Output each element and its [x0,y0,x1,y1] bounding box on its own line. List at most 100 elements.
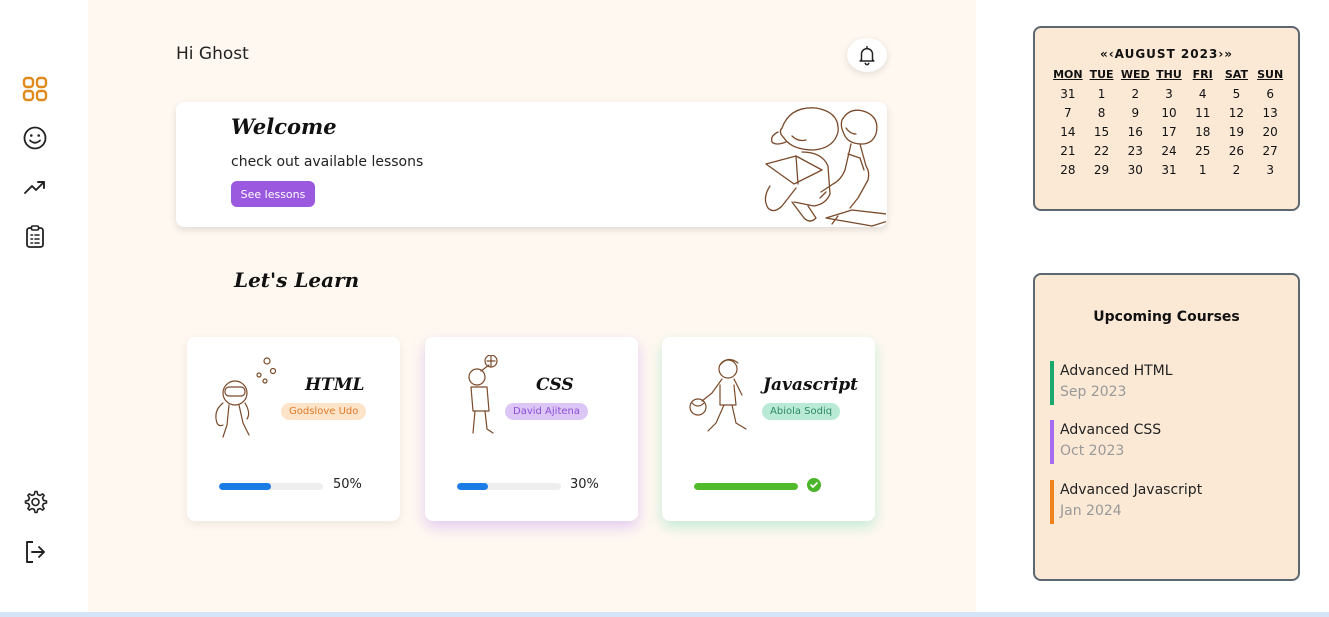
calendar-day[interactable]: 28 [1051,161,1085,179]
upcoming-course-date: Oct 2023 [1060,443,1125,459]
calendar-day[interactable]: 29 [1085,161,1119,179]
welcome-card: Welcome check out available lessons See … [176,102,887,227]
completed-check-icon [807,478,821,492]
calendar-weekday: WED [1120,68,1150,81]
progress-label: 50% [333,477,362,492]
calendar-day[interactable]: 4 [1186,85,1220,103]
bottom-divider [0,612,1329,617]
calendar-grid: MON TUE WED THU FRI SAT SUN 31 1 2 3 4 5 6 7 8 9 10 11 12 13… [1051,66,1287,179]
welcome-subtitle: check out available lessons [231,154,424,170]
calendar-day[interactable]: 3 [1253,161,1287,179]
progress-label: 30% [570,477,599,492]
tutor-badge: David Ajitena [505,403,588,420]
boy-reading-illustration [764,107,839,222]
calendar-day[interactable]: 24 [1152,142,1186,160]
diver-illustration [215,357,277,438]
progress-fill [219,483,271,490]
calendar-day[interactable]: 14 [1051,123,1085,141]
upcoming-course-name: Advanced CSS [1060,422,1162,438]
calendar-day[interactable]: 19 [1220,123,1254,141]
course-name: CSS [536,375,574,395]
sidebar-item-profile[interactable] [20,123,50,153]
bell-icon [859,46,875,66]
calendar-day[interactable]: 2 [1220,161,1254,179]
sidebar-item-tasks[interactable] [20,222,50,252]
calendar-day[interactable]: 13 [1253,104,1287,122]
course-name: HTML [305,375,365,395]
welcome-title: Welcome [231,114,337,139]
calendar-day[interactable]: 3 [1152,85,1186,103]
progress-fill [457,483,489,490]
calendar-day[interactable]: 1 [1085,85,1119,103]
greeting-text: Hi Ghost [176,44,249,64]
calendar-month-nav[interactable]: «‹AUGUST 2023›» [1035,47,1298,61]
calendar-weekday: FRI [1192,68,1213,81]
upcoming-course-name: Advanced Javascript [1060,482,1203,498]
sidebar-item-progress[interactable] [20,172,50,202]
upcoming-courses-panel: Upcoming Courses Advanced HTML Sep 2023 … [1033,273,1300,581]
upcoming-item[interactable]: Advanced CSS Oct 2023 [1050,420,1280,464]
tutor-badge: Abiola Sodiq [762,403,841,420]
gear-icon [24,490,48,514]
calendar-day[interactable]: 9 [1118,104,1152,122]
calendar-day[interactable]: 8 [1085,104,1119,122]
trending-up-icon [24,181,45,194]
tutor-badge: Godslove Udo [281,403,367,420]
calendar-day[interactable]: 31 [1152,161,1186,179]
see-lessons-button[interactable]: See lessons [231,181,315,207]
calendar-day[interactable]: 25 [1186,142,1220,160]
upcoming-title: Upcoming Courses [1093,309,1240,325]
grid-icon [22,76,48,102]
calendar-widget: «‹AUGUST 2023›» MON TUE WED THU FRI SAT SUN 31 1… [1033,26,1300,211]
notifications-button[interactable] [847,38,887,72]
sidebar-item-settings[interactable] [20,487,50,517]
course-card-javascript[interactable]: Javascript Abiola Sodiq [662,337,875,521]
calendar-day[interactable]: 1 [1186,161,1220,179]
calendar-day[interactable]: 17 [1152,123,1186,141]
calendar-day[interactable]: 2 [1118,85,1152,103]
calendar-day[interactable]: 21 [1051,142,1085,160]
upcoming-course-name: Advanced HTML [1060,363,1173,379]
progress-bar [219,483,323,490]
calendar-day[interactable]: 5 [1220,85,1254,103]
upcoming-item[interactable]: Advanced Javascript Jan 2024 [1050,480,1280,524]
calendar-day[interactable]: 6 [1253,85,1287,103]
calendar-day[interactable]: 31 [1051,85,1085,103]
calendar-weekday: THU [1156,68,1182,81]
girl-basketball-illustration [689,358,747,432]
smiley-icon [23,126,47,150]
upcoming-course-date: Sep 2023 [1060,384,1127,400]
calendar-weekday: SAT [1224,68,1248,81]
progress-bar [694,483,798,490]
clipboard-icon [26,225,44,248]
calendar-day[interactable]: 18 [1186,123,1220,141]
sidebar [0,0,88,612]
course-card-html[interactable]: HTML Godslove Udo 50% [187,337,400,521]
calendar-day[interactable]: 23 [1118,142,1152,160]
calendar-day[interactable]: 30 [1118,161,1152,179]
calendar-day[interactable]: 15 [1085,123,1119,141]
calendar-day[interactable]: 22 [1085,142,1119,160]
lets-learn-title: Let's Learn [234,268,360,292]
calendar-day[interactable]: 11 [1186,104,1220,122]
calendar-day[interactable]: 27 [1253,142,1287,160]
course-card-css[interactable]: CSS David Ajitena 30% [425,337,638,521]
main-content: Hi Ghost Welcome check out available les… [88,0,976,612]
calendar-day[interactable]: 16 [1118,123,1152,141]
logout-icon [26,541,45,563]
calendar-day[interactable]: 12 [1220,104,1254,122]
calendar-weekday: TUE [1089,68,1114,81]
calendar-weekday: MON [1053,68,1083,81]
calendar-weekday: SUN [1257,68,1284,81]
accent-bar [1050,420,1054,464]
upcoming-item[interactable]: Advanced HTML Sep 2023 [1050,361,1280,405]
boy-with-ball-illustration [468,355,498,434]
upcoming-course-date: Jan 2024 [1060,503,1122,519]
sidebar-item-logout[interactable] [20,537,50,567]
calendar-day[interactable]: 7 [1051,104,1085,122]
accent-bar [1050,361,1054,405]
calendar-day[interactable]: 10 [1152,104,1186,122]
calendar-day[interactable]: 26 [1220,142,1254,160]
sidebar-item-dashboard[interactable] [20,74,50,104]
calendar-day[interactable]: 20 [1253,123,1287,141]
